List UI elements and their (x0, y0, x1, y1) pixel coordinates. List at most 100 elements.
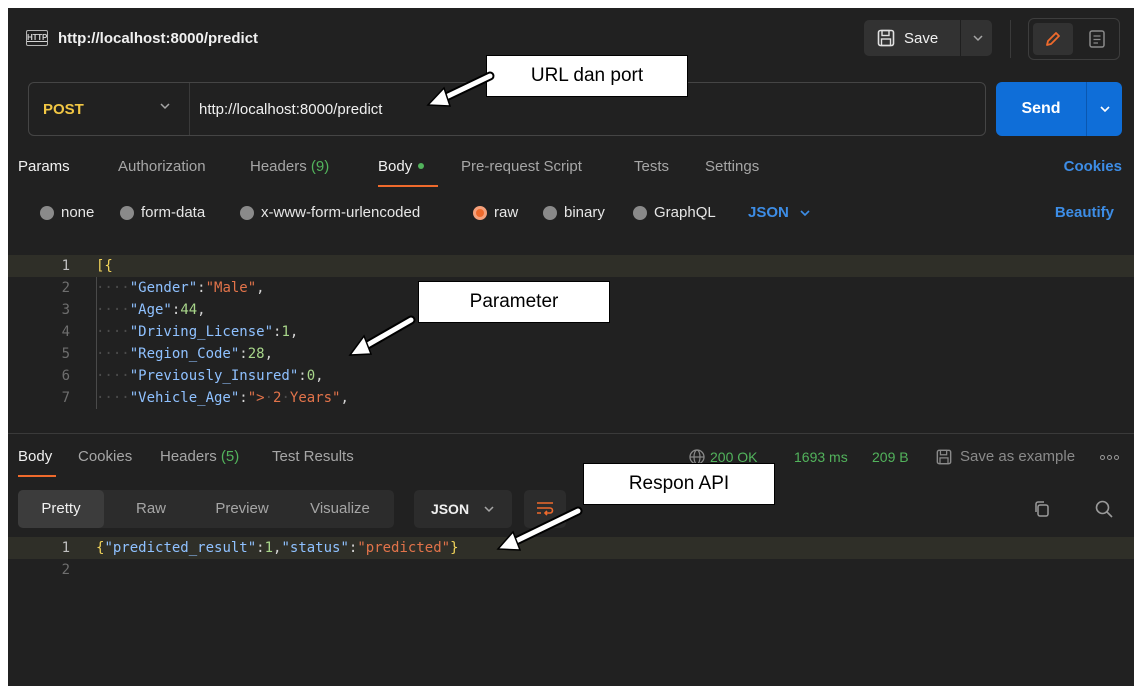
code-line[interactable]: 4 ····"Driving_License":1, (8, 321, 1134, 343)
wrap-lines-button[interactable] (524, 490, 566, 528)
search-icon[interactable] (1094, 499, 1114, 519)
edit-mode-button[interactable] (1033, 23, 1073, 55)
method-select[interactable]: POST (43, 101, 84, 118)
tab-settings[interactable]: Settings (705, 158, 759, 175)
line-number: 4 (61, 324, 70, 340)
http-icon: HTTP (26, 30, 48, 46)
save-as-example-button[interactable]: Save as example (936, 448, 1075, 465)
radio-dot (120, 205, 134, 220)
response-tabs: Body Cookies Headers (5) Test Results 20… (8, 448, 1134, 478)
whitespace-marker: ···· (96, 346, 130, 362)
response-body-viewer[interactable]: 1 {"predicted_result":1,"status":"predict… (8, 537, 1134, 677)
save-options-button[interactable] (964, 20, 992, 56)
code-line[interactable]: 1 [{ (8, 255, 1134, 277)
copy-icon[interactable] (1032, 499, 1052, 519)
whitespace-marker: ···· (96, 368, 130, 384)
whitespace-marker: ···· (96, 302, 130, 318)
code-token: , (264, 346, 274, 362)
code-text: ····"Gender":"Male", (96, 277, 265, 299)
line-number: 7 (61, 390, 70, 406)
send-button[interactable]: Send (996, 82, 1086, 136)
code-text: ····"Region_Code":28, (96, 343, 273, 365)
active-tab-underline (378, 185, 438, 187)
request-title[interactable]: http://localhost:8000/predict (58, 30, 258, 47)
headers-count: (9) (310, 158, 330, 175)
save-label: Save (904, 29, 939, 47)
annotation-url: URL dan port (486, 55, 688, 97)
code-text: ····"Previously_Insured":0, (96, 365, 324, 387)
radio-label: none (61, 204, 95, 221)
beautify-link[interactable]: Beautify (1055, 204, 1114, 221)
radio-dot (240, 205, 254, 220)
documentation-button[interactable] (1077, 23, 1117, 55)
postman-app: HTTP http://localhost:8000/predict Save … (8, 8, 1134, 686)
code-token: 1 (281, 324, 290, 340)
tab-headers[interactable]: Headers (9) (250, 158, 329, 175)
body-format-select[interactable]: JSON (748, 204, 811, 221)
response-time[interactable]: 1693 ms (794, 449, 848, 465)
code-line[interactable]: 7 ····"Vehicle_Age":">·2·Years", (8, 387, 1134, 409)
resp-tab-cookies[interactable]: Cookies (78, 448, 132, 465)
radio-raw[interactable]: raw (473, 204, 518, 221)
code-token: "Male" (205, 280, 257, 296)
body-type-options: none form-data x-www-form-urlencoded raw… (8, 204, 1134, 228)
response-size[interactable]: 209 B (872, 449, 909, 465)
radio-label: form-data (141, 204, 206, 221)
resp-tab-headers-label: Headers (160, 448, 217, 465)
url-input[interactable] (199, 99, 899, 119)
more-options-icon[interactable] (1100, 455, 1119, 460)
tab-body[interactable]: Body (378, 158, 425, 175)
save-button[interactable]: Save (864, 20, 960, 56)
code-token: , (197, 302, 206, 318)
code-token: 1 (264, 540, 274, 556)
tab-authorization[interactable]: Authorization (118, 158, 206, 175)
code-token: } (450, 540, 459, 556)
mode-raw[interactable]: Raw (110, 490, 192, 528)
line-number: 1 (61, 258, 70, 274)
tab-pre-request-script[interactable]: Pre-request Script (461, 158, 582, 175)
radio-label: binary (564, 204, 605, 221)
whitespace-marker: ···· (96, 390, 130, 406)
response-view-toolbar: Pretty Raw Preview Visualize JSON (18, 490, 1128, 528)
code-token: "Vehicle_Age" (129, 390, 240, 406)
radio-none[interactable]: none (40, 204, 94, 221)
code-text: [{ (96, 255, 113, 277)
code-line[interactable]: 1 {"predicted_result":1,"status":"predict… (8, 537, 1134, 559)
radio-graphql[interactable]: GraphQL (633, 204, 716, 221)
chevron-down-icon[interactable] (159, 102, 171, 110)
radio-dot (40, 205, 54, 220)
code-token: "Previously_Insured" (129, 368, 299, 384)
mode-pretty[interactable]: Pretty (18, 490, 104, 528)
code-token: 44 (180, 302, 198, 318)
resp-tab-headers[interactable]: Headers (5) (160, 448, 239, 465)
radio-form-data[interactable]: form-data (120, 204, 205, 221)
radio-binary[interactable]: binary (543, 204, 605, 221)
mode-visualize[interactable]: Visualize (292, 490, 388, 528)
resp-tab-test-results[interactable]: Test Results (272, 448, 354, 465)
code-token: 28 (247, 346, 265, 362)
line-number: 1 (61, 540, 70, 556)
resp-tab-body[interactable]: Body (18, 448, 52, 465)
annotation-response: Respon API (583, 463, 775, 505)
tab-params[interactable]: Params (18, 158, 70, 175)
code-text: ····"Driving_License":1, (96, 321, 298, 343)
tab-tests[interactable]: Tests (634, 158, 669, 175)
mode-preview[interactable]: Preview (196, 490, 288, 528)
radio-x-www-form-urlencoded[interactable]: x-www-form-urlencoded (240, 204, 420, 221)
code-line[interactable]: 5 ····"Region_Code":28, (8, 343, 1134, 365)
wrap-lines-icon (537, 502, 554, 516)
radio-dot (543, 205, 557, 220)
code-token: , (315, 368, 324, 384)
radio-label: x-www-form-urlencoded (261, 204, 421, 221)
code-line[interactable]: 2 (8, 559, 1134, 581)
code-line[interactable]: 6 ····"Previously_Insured":0, (8, 365, 1134, 387)
code-token: "Gender" (129, 280, 198, 296)
response-divider[interactable] (8, 433, 1134, 434)
line-number: 2 (61, 562, 70, 578)
response-format-select[interactable]: JSON (414, 490, 512, 528)
code-token: [{ (96, 258, 113, 274)
code-text: {"predicted_result":1,"status":"predicte… (96, 537, 459, 559)
cookies-link[interactable]: Cookies (1064, 158, 1122, 175)
send-options-button[interactable] (1090, 82, 1120, 136)
code-token: : (298, 368, 307, 384)
